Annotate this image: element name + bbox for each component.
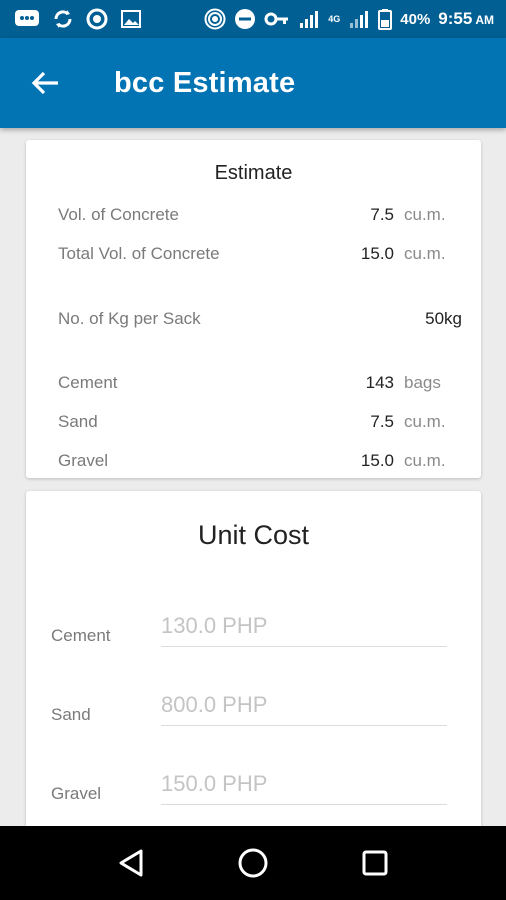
network-badge: 4G [328, 13, 341, 24]
battery-icon [378, 8, 393, 30]
unit-cost-row-cement: Cement [51, 606, 447, 652]
field-label: Sand [51, 705, 91, 724]
field-label: Cement [51, 626, 111, 645]
arrow-left-icon [31, 71, 58, 95]
estimate-row-cement: Cement 143 bags [58, 368, 462, 398]
row-unit: cu.m. [404, 244, 446, 263]
back-button[interactable] [0, 38, 90, 128]
cement-cost-input[interactable] [161, 606, 447, 647]
battery-percent: 40% [400, 10, 431, 28]
row-unit: cu.m. [404, 412, 446, 431]
clock: 9:55 AM [438, 9, 494, 29]
time-text: 9:55 [438, 9, 473, 28]
signal-icon-2 [348, 8, 370, 30]
nav-back-button[interactable] [101, 833, 161, 893]
estimate-row-total-vol: Total Vol. of Concrete 15.0 cu.m. [58, 239, 462, 269]
app-title: bcc Estimate [114, 66, 296, 99]
nav-recents-button[interactable] [345, 833, 405, 893]
row-value: 15.0 [360, 451, 394, 470]
hotspot-icon [204, 8, 226, 30]
row-label: Cement [58, 373, 118, 392]
navigation-bar [0, 826, 506, 900]
system-icons: 4G 40% 9:55 AM [204, 8, 494, 30]
signal-icon [298, 8, 320, 30]
key-icon [264, 8, 290, 30]
app-bar: bcc Estimate [0, 38, 506, 128]
gravel-cost-input[interactable] [161, 764, 447, 805]
estimate-title: Estimate [214, 162, 293, 184]
row-unit: bags [404, 373, 441, 392]
sync-icon [52, 8, 74, 30]
row-value: 15.0 [360, 244, 394, 263]
row-label: Total Vol. of Concrete [58, 244, 220, 263]
row-value: 7.5 [370, 205, 394, 224]
unit-cost-row-sand: Sand [51, 685, 447, 731]
estimate-row-gravel: Gravel 15.0 cu.m. [58, 446, 462, 476]
circular-app-icon [86, 8, 108, 30]
row-label: Vol. of Concrete [58, 205, 179, 224]
field-label: Gravel [51, 784, 102, 803]
unit-cost-title: Unit Cost [197, 520, 310, 550]
row-label: No. of Kg per Sack [58, 309, 201, 328]
row-unit: cu.m. [404, 205, 446, 224]
estimate-row-vol-concrete: Vol. of Concrete 7.5 cu.m. [58, 200, 462, 230]
nav-home-button[interactable] [223, 833, 283, 893]
status-bar: 4G 40% 9:55 AM [0, 0, 506, 38]
unit-cost-row-gravel: Gravel [51, 764, 447, 810]
estimate-row-kg-per-sack: No. of Kg per Sack 50kg [58, 304, 462, 334]
row-label: Gravel [58, 451, 109, 470]
do-not-disturb-icon [234, 8, 256, 30]
notification-icons [14, 8, 142, 30]
row-value: 143 [365, 373, 394, 392]
row-value: 50kg [425, 309, 462, 328]
sand-cost-input[interactable] [161, 685, 447, 726]
estimate-row-sand: Sand 7.5 cu.m. [58, 407, 462, 437]
image-icon [120, 8, 142, 30]
row-value: 7.5 [370, 412, 394, 431]
row-label: Sand [58, 412, 98, 431]
home-circle-icon [238, 848, 268, 878]
back-triangle-icon [119, 849, 143, 877]
ampm-text: AM [475, 13, 494, 27]
recents-square-icon [362, 850, 388, 876]
messages-icon [14, 8, 40, 30]
row-unit: cu.m. [404, 451, 446, 470]
